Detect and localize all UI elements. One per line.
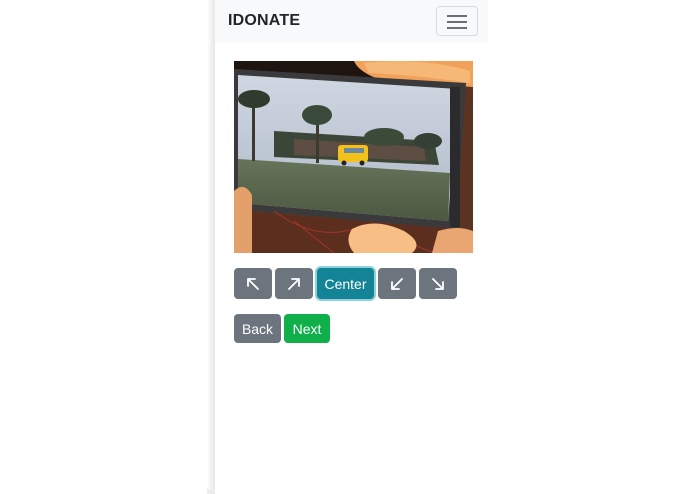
preview-image <box>234 61 473 253</box>
arrow-down-left-icon <box>391 277 403 290</box>
move-down-right-button[interactable] <box>419 268 457 299</box>
center-button[interactable]: Center <box>317 268 374 299</box>
arrow-down-right-icon <box>432 277 444 290</box>
move-up-left-button[interactable] <box>234 268 272 299</box>
menu-toggle-button[interactable] <box>436 6 478 36</box>
arrow-up-left-icon <box>247 277 259 290</box>
back-button[interactable]: Back <box>234 314 281 343</box>
next-button[interactable]: Next <box>284 314 330 343</box>
arrow-up-right-icon <box>288 277 300 290</box>
navbar: IDONATE <box>215 0 488 43</box>
move-up-right-button[interactable] <box>275 268 313 299</box>
brand-logo[interactable]: IDONATE <box>228 12 300 30</box>
hamburger-icon <box>447 15 467 29</box>
mobile-viewport: IDONATE Center Back Next <box>215 0 488 494</box>
page-edge-shadow <box>207 0 215 494</box>
move-down-left-button[interactable] <box>378 268 416 299</box>
